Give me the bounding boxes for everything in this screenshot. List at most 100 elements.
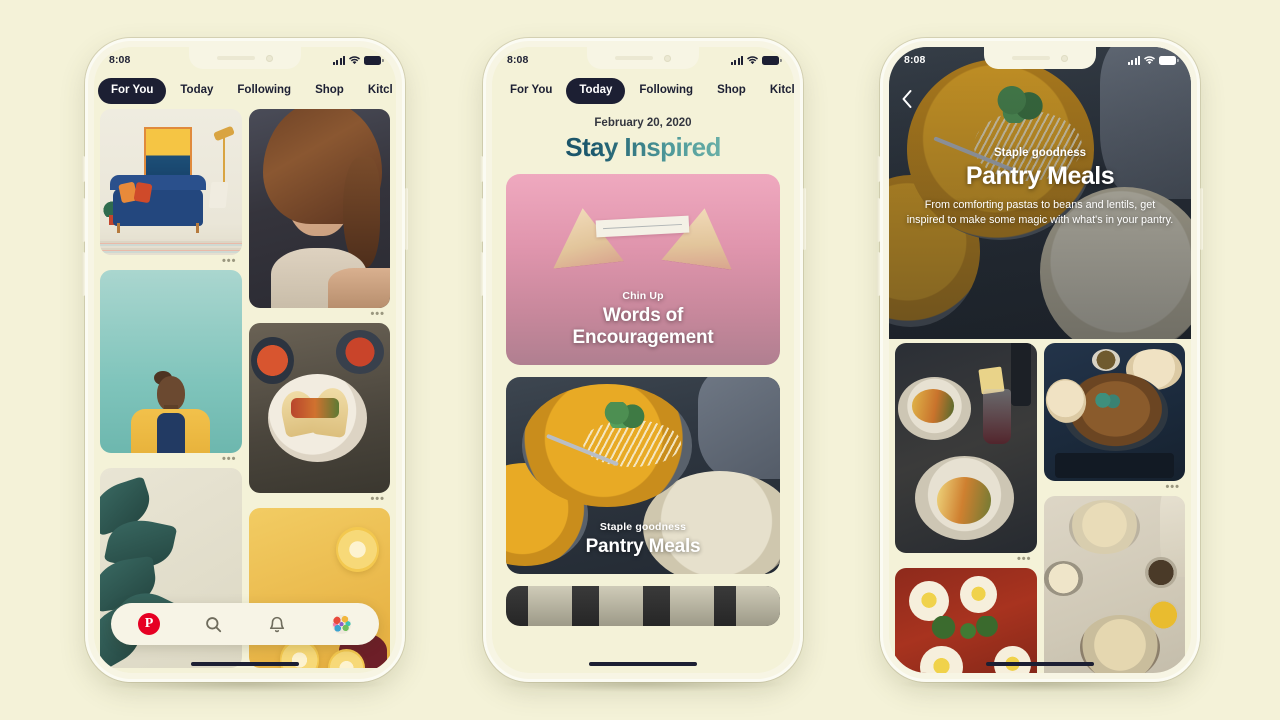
status-icons [1128, 55, 1179, 65]
today-headline: Stay Inspired [506, 133, 780, 174]
card-eyebrow: Chin Up [622, 289, 664, 302]
cellular-signal-icon [1128, 55, 1140, 65]
woman-in-yellow-jacket-photo [100, 270, 242, 453]
volume-up-button[interactable] [877, 198, 880, 242]
status-icons [333, 55, 384, 65]
pin-overflow-menu[interactable]: ••• [100, 453, 242, 465]
status-time: 8:08 [109, 54, 131, 66]
volume-up-button[interactable] [82, 198, 85, 242]
chevron-left-icon[interactable] [901, 89, 914, 109]
earpiece-speaker [615, 56, 653, 60]
pin-card-tacos[interactable]: ••• [248, 323, 391, 505]
mute-switch[interactable] [877, 156, 880, 182]
card-pantry-meals[interactable]: Staple goodness Pantry Meals [506, 376, 780, 574]
card-caption: Staple goodness Pantry Meals [506, 521, 780, 574]
phone-1-screen: 8:08 For You Today Following Shop Kitcl [94, 47, 396, 673]
card-window-partial[interactable] [506, 585, 780, 626]
phone-3-screen: Staple goodness Pantry Meals From comfor… [889, 47, 1191, 673]
power-button[interactable] [405, 188, 408, 250]
pin-masonry-grid-1: ••• ••• ••• ••• [94, 109, 396, 673]
pin-overflow-menu[interactable]: ••• [895, 553, 1037, 565]
pin-card-yellow-jacket[interactable]: ••• [100, 270, 242, 465]
pin-overflow-menu[interactable]: ••• [249, 308, 391, 320]
pin-card-shakshuka[interactable] [895, 568, 1037, 673]
mushroom-naan-skillet-photo [1043, 343, 1185, 481]
nav-search-button[interactable] [200, 611, 226, 637]
wifi-icon [747, 55, 758, 65]
battery-icon [1159, 55, 1179, 65]
phone-device-1: 8:08 For You Today Following Shop Kitcl [82, 38, 408, 692]
nav-notifications-button[interactable] [264, 611, 290, 637]
home-indicator[interactable] [589, 662, 697, 666]
tab-shop[interactable]: Shop [707, 79, 756, 103]
tab-today[interactable]: Today [170, 79, 223, 103]
notch [587, 47, 699, 69]
home-indicator[interactable] [191, 662, 299, 666]
tab-kitchen[interactable]: Kitcl [760, 79, 794, 103]
hero-banner: Staple goodness Pantry Meals From comfor… [889, 47, 1191, 339]
volume-down-button[interactable] [82, 252, 85, 296]
earpiece-speaker [217, 56, 255, 60]
feed-tab-bar-2[interactable]: For You Today Following Shop Kitcl [492, 74, 794, 108]
tab-today[interactable]: Today [566, 78, 626, 104]
tab-for-you[interactable]: For You [98, 78, 167, 104]
power-button[interactable] [803, 188, 806, 250]
feed-tab-bar-1[interactable]: For You Today Following Shop Kitcl [94, 74, 396, 108]
pin-card-portrait[interactable]: ••• [248, 109, 391, 320]
today-feed: February 20, 2020 Stay Inspired Chin Up … [492, 109, 794, 673]
front-camera-icon [1061, 54, 1068, 62]
tab-kitchen[interactable]: Kitcl [358, 79, 396, 103]
grid-column-right: ••• ••• [248, 109, 391, 673]
volume-down-button[interactable] [480, 252, 483, 296]
avatar-icon [331, 614, 351, 634]
pin-masonry-grid-3: ••• ••• [889, 343, 1191, 673]
card-title-line-1: Words of [602, 304, 684, 326]
bottom-nav-bar[interactable]: P [111, 603, 379, 645]
bell-icon [269, 616, 285, 632]
battery-icon [364, 55, 384, 65]
grid-column-left: ••• [895, 343, 1037, 673]
power-button[interactable] [1200, 188, 1203, 250]
home-indicator[interactable] [986, 662, 1094, 666]
living-room-illustration [100, 109, 242, 255]
wifi-icon [1144, 55, 1155, 65]
card-words-of-encouragement[interactable]: Chin Up Words of Encouragement [506, 173, 780, 365]
card-eyebrow: Staple goodness [599, 520, 687, 533]
front-camera-icon [664, 54, 671, 62]
tab-shop[interactable]: Shop [305, 79, 354, 103]
pin-overflow-menu[interactable]: ••• [100, 255, 242, 267]
cellular-signal-icon [333, 55, 345, 65]
pasta-table-spread-photo [1043, 496, 1185, 673]
pin-card-table-spread[interactable] [1043, 496, 1185, 673]
hero-description: From comforting pastas to beans and lent… [906, 199, 1174, 227]
mute-switch[interactable] [480, 156, 483, 182]
hero-text-block: Staple goodness Pantry Meals From comfor… [889, 147, 1191, 229]
window-interior-photo [506, 585, 780, 626]
status-time: 8:08 [507, 54, 529, 66]
pin-card-mushroom-naan[interactable]: ••• [1043, 343, 1186, 493]
tab-following[interactable]: Following [629, 79, 703, 103]
nav-profile-button[interactable] [328, 611, 354, 637]
mute-switch[interactable] [82, 156, 85, 182]
tab-following[interactable]: Following [227, 79, 301, 103]
pin-card-living-room[interactable]: ••• [100, 109, 242, 267]
pin-overflow-menu[interactable]: ••• [1044, 481, 1186, 493]
tab-for-you[interactable]: For You [500, 79, 562, 103]
phone-device-2: 8:08 For You Today Following Shop Kitcl … [480, 38, 806, 692]
earpiece-speaker [1012, 56, 1050, 60]
tacos-plate-photo [248, 323, 390, 493]
nav-home-button[interactable]: P [136, 611, 162, 637]
hero-eyebrow: Staple goodness [993, 147, 1087, 159]
portrait-woman-photo [248, 109, 390, 308]
phone-device-3: Staple goodness Pantry Meals From comfor… [877, 38, 1203, 692]
pin-overflow-menu[interactable]: ••• [249, 493, 391, 505]
pin-card-pasta-wine[interactable]: ••• [895, 343, 1037, 565]
grid-column-right: ••• [1043, 343, 1186, 673]
shakshuka-skillet-photo [895, 568, 1037, 673]
hero-title: Pantry Meals [965, 162, 1115, 190]
wifi-icon [349, 55, 360, 65]
volume-down-button[interactable] [877, 252, 880, 296]
pinterest-logo-icon: P [138, 613, 160, 635]
pasta-wine-dinner-photo [895, 343, 1037, 553]
volume-up-button[interactable] [480, 198, 483, 242]
